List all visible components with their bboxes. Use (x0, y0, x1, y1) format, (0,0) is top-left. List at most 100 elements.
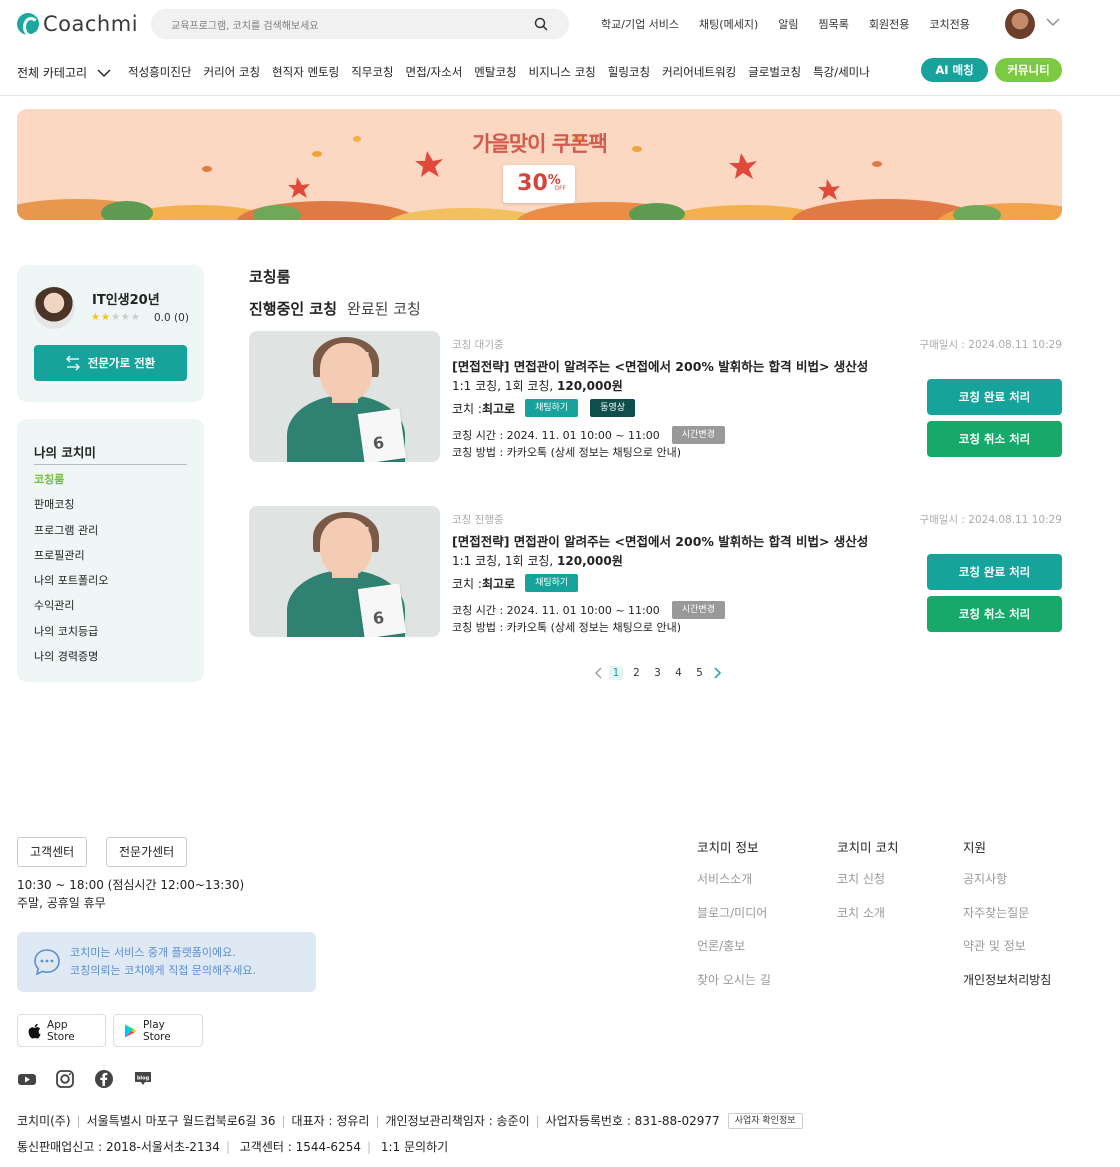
footer-link[interactable]: 코치 신청 (837, 870, 898, 904)
category-item[interactable]: 비지니스 코칭 (529, 64, 596, 80)
video-button[interactable]: 동영상 (590, 399, 636, 417)
nav-coach-only[interactable]: 코치전용 (929, 16, 969, 32)
instagram-icon[interactable] (55, 1069, 75, 1089)
expert-center-button[interactable]: 전문가센터 (106, 837, 188, 867)
footer-link[interactable]: 약관 및 정보 (963, 937, 1051, 971)
menu-item-coaching-room[interactable]: 코칭룸 (34, 471, 108, 496)
nav-chat[interactable]: 채팅(메세지) (699, 16, 758, 32)
page-number-current[interactable]: 1 (609, 666, 623, 680)
nav-wishlist[interactable]: 찜목록 (818, 16, 848, 32)
cancel-coaching-button[interactable]: 코칭 취소 처리 (927, 596, 1062, 632)
coupon-value: 30 (517, 171, 548, 196)
switch-to-expert-button[interactable]: 전문가로 전환 (34, 345, 187, 381)
customer-center-button[interactable]: 고객센터 (17, 837, 88, 867)
user-avatar[interactable] (1005, 9, 1035, 39)
search-icon[interactable] (534, 17, 548, 31)
chat-button[interactable]: 채팅하기 (525, 399, 579, 417)
footer-link[interactable]: 코치 소개 (837, 904, 898, 938)
business-number: 사업자등록번호 : 831-88-02977 (545, 1114, 720, 1128)
youtube-icon[interactable] (17, 1069, 37, 1089)
category-item[interactable]: 면접/자소서 (406, 64, 463, 80)
coaching-title[interactable]: [면접전략] 면접관이 알려주는 <면접에서 200% 발휘하는 합격 비법> … (452, 356, 868, 375)
business-check-button[interactable]: 사업자 확인정보 (727, 1112, 803, 1129)
footer-col-coachmi-coach: 코치미 코치 코치 신청 코치 소개 (837, 837, 898, 937)
nav-member-only[interactable]: 회원전용 (869, 16, 909, 32)
all-categories-button[interactable]: 전체 카테고리 (17, 64, 111, 81)
category-item[interactable]: 힐링코칭 (608, 64, 650, 80)
page-number[interactable]: 4 (668, 667, 689, 679)
coaching-thumbnail[interactable]: 6 (249, 506, 440, 637)
blog-icon[interactable]: blog (133, 1069, 153, 1089)
menu-item-portfolio[interactable]: 나의 포트폴리오 (34, 572, 108, 597)
footer-col-coachmi-info: 코치미 정보 서비스소개 블로그/미디어 언론/홍보 찾아 오시는 길 (697, 837, 771, 1004)
tab-in-progress[interactable]: 진행중인 코칭 (249, 298, 337, 319)
change-time-button[interactable]: 시간변경 (671, 426, 725, 444)
category-item[interactable]: 커리어 코칭 (203, 64, 260, 80)
cancel-coaching-button[interactable]: 코칭 취소 처리 (927, 421, 1062, 457)
coaching-time: 코칭 시간 : 2024. 11. 01 10:00 ~ 11:00 시간변경 (452, 426, 725, 444)
price-value: 120,000원 (557, 379, 623, 393)
tab-completed[interactable]: 완료된 코칭 (347, 298, 421, 319)
mail-order-registration: 통신판매업신고 : 2018-서울서초-2134 (17, 1140, 220, 1154)
page-number[interactable]: 5 (689, 667, 710, 679)
footer-link[interactable]: 찾아 오시는 길 (697, 971, 771, 1005)
nav-notifications[interactable]: 알림 (778, 16, 798, 32)
search-input[interactable]: 교육프로그램, 코치를 검색해보세요 (171, 17, 319, 32)
chat-bubble-icon (34, 949, 60, 976)
menu-item-program-management[interactable]: 프로그램 관리 (34, 522, 108, 547)
app-store-button[interactable]: App Store (17, 1014, 106, 1047)
coaching-method: 코칭 방법 : 카카오톡 (상세 정보는 채팅으로 안내) (452, 621, 682, 634)
category-item[interactable]: 특강/세미나 (813, 64, 870, 80)
page-number[interactable]: 2 (626, 667, 647, 679)
notice-text: 코치미는 서비스 중개 플랫폼이에요. 코칭의뢰는 코치에게 직접 문의해주세요… (70, 944, 256, 980)
category-bar: 전체 카테고리 적성흥미진단 커리어 코칭 현직자 멘토링 직무코칭 면접/자소… (0, 58, 1120, 96)
coaching-title[interactable]: [면접전략] 면접관이 알려주는 <면접에서 200% 발휘하는 합격 비법> … (452, 531, 868, 550)
menu-item-coach-grade[interactable]: 나의 코치등급 (34, 623, 108, 648)
chevron-left-icon[interactable] (592, 666, 606, 680)
category-item[interactable]: 현직자 멘토링 (272, 64, 339, 80)
divider (34, 464, 187, 465)
coaching-time-text: 코칭 시간 : 2024. 11. 01 10:00 ~ 11:00 (452, 604, 660, 617)
inquiry-link[interactable]: 1:1 문의하기 (381, 1140, 448, 1154)
footer-link[interactable]: 언론/홍보 (697, 937, 771, 971)
menu-item-revenue[interactable]: 수익관리 (34, 597, 108, 622)
category-item[interactable]: 적성흥미진단 (128, 64, 191, 80)
search-bar[interactable]: 교육프로그램, 코치를 검색해보세요 (151, 9, 569, 39)
footer-link[interactable]: 자주찾는질문 (963, 904, 1051, 938)
category-item[interactable]: 글로벌코칭 (748, 64, 801, 80)
top-header: Coachmi 교육프로그램, 코치를 검색해보세요 학교/기업 서비스 채팅(… (0, 0, 1120, 48)
footer-link[interactable]: 공지사항 (963, 870, 1051, 904)
ai-matching-button[interactable]: AI 매칭 (921, 58, 988, 82)
footer-link[interactable]: 블로그/미디어 (697, 904, 771, 938)
play-store-icon (124, 1024, 137, 1037)
footer-link[interactable]: 서비스소개 (697, 870, 771, 904)
profile-name: IT인생20년 (92, 293, 160, 308)
menu-item-profile-management[interactable]: 프로필관리 (34, 547, 108, 572)
page-number[interactable]: 3 (647, 667, 668, 679)
company-address: 서울특별시 마포구 월드컵북로6길 36 (86, 1114, 276, 1128)
menu-item-career-certificate[interactable]: 나의 경력증명 (34, 648, 108, 673)
chevron-down-icon[interactable] (1046, 17, 1060, 27)
category-item[interactable]: 멘탈코칭 (474, 64, 516, 80)
facebook-icon[interactable] (94, 1069, 114, 1089)
change-time-button[interactable]: 시간변경 (671, 601, 725, 619)
complete-coaching-button[interactable]: 코칭 완료 처리 (927, 554, 1062, 590)
category-item[interactable]: 커리어네트워킹 (662, 64, 736, 80)
logo[interactable]: Coachmi (17, 12, 138, 37)
coaching-thumbnail[interactable]: 6 (249, 331, 440, 462)
complete-coaching-button[interactable]: 코칭 완료 처리 (927, 379, 1062, 415)
community-button[interactable]: 커뮤니티 (995, 58, 1062, 82)
banner-coupon: 30% OFF (503, 165, 575, 203)
menu-item-sales-coaching[interactable]: 판매코칭 (34, 496, 108, 521)
chevron-right-icon[interactable] (710, 666, 724, 680)
coupon-off: OFF (554, 185, 566, 192)
chat-button[interactable]: 채팅하기 (525, 574, 579, 592)
nav-school-business[interactable]: 학교/기업 서비스 (601, 16, 679, 32)
company-name: 코치미(주) (17, 1114, 71, 1128)
profile-avatar (33, 287, 75, 329)
category-list: 적성흥미진단 커리어 코칭 현직자 멘토링 직무코칭 면접/자소서 멘탈코칭 비… (128, 64, 882, 80)
promo-banner[interactable]: 가을맞이 쿠폰팩 30% OFF (17, 109, 1062, 220)
category-item[interactable]: 직무코칭 (351, 64, 393, 80)
footer-link-privacy-policy[interactable]: 개인정보처리방침 (963, 971, 1051, 1005)
play-store-button[interactable]: Play Store (113, 1014, 203, 1047)
